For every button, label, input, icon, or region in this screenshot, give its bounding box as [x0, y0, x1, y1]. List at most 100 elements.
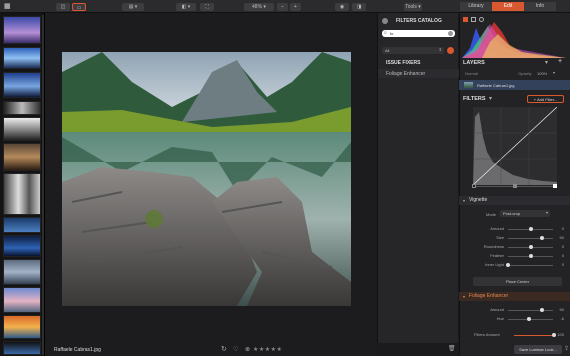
trash-icon[interactable]: 🗑: [448, 345, 456, 352]
catalog-search-input[interactable]: ⌕ fo: [382, 30, 455, 37]
share-icon[interactable]: ⇪: [564, 345, 569, 352]
tab-edit[interactable]: Edit: [492, 2, 524, 11]
blend-mode-select[interactable]: Normal: [465, 71, 478, 76]
filmstrip-thumbnail[interactable]: [3, 143, 41, 171]
reject-icon[interactable]: ⊗: [245, 346, 250, 353]
catalog-item-foliage-enhancer[interactable]: Foliage Enhancer: [378, 69, 459, 78]
rotate-icon[interactable]: ↻: [221, 345, 227, 353]
slider-knob[interactable]: [528, 254, 533, 258]
vignette-mode-label: Mode: [486, 212, 497, 217]
add-filter-label: + Add Filter...: [533, 97, 558, 102]
filmstrip-thumbnail[interactable]: [3, 173, 41, 215]
add-layer-icon[interactable]: +: [558, 58, 562, 65]
preview-eye-button[interactable]: ◉: [335, 3, 349, 11]
slider-knob[interactable]: [506, 263, 510, 267]
save-look-button[interactable]: Save Luminar Look...: [514, 345, 562, 354]
vignette-title: Vignette: [469, 197, 488, 203]
slider-label: Size: [496, 235, 504, 240]
filmstrip-thumbnail[interactable]: [3, 341, 41, 355]
chevron-down-icon: ⇕: [438, 47, 442, 52]
fit-button[interactable]: ⛶: [200, 3, 214, 11]
filmstrip: [0, 13, 45, 356]
search-value: fo: [390, 31, 394, 36]
star-rating[interactable]: ★★★★★: [253, 346, 282, 353]
histogram: [462, 22, 566, 58]
tab-info[interactable]: Info: [524, 2, 556, 11]
histogram-yellow: [482, 34, 566, 58]
favorites-icon[interactable]: [447, 47, 454, 54]
curves-graph[interactable]: [473, 107, 557, 185]
filmstrip-thumbnail[interactable]: [3, 235, 41, 257]
layers-menu-icon[interactable]: ▾: [545, 59, 548, 66]
black-point-handle[interactable]: [472, 184, 476, 188]
slider-label: Inner Light: [485, 262, 504, 267]
foliage-enhancer-section-header[interactable]: ▾ Foliage Enhancer: [459, 292, 570, 301]
vignette-mode-value: Post-crop: [503, 211, 521, 216]
slider-value: -6: [560, 316, 564, 321]
slider-knob[interactable]: [528, 245, 533, 249]
filmstrip-thumbnail[interactable]: [3, 101, 41, 115]
slider-row: Hue -6: [466, 316, 564, 322]
slider-value: 50: [559, 235, 564, 240]
catalog-settings-icon[interactable]: [382, 18, 388, 24]
search-icon: ⌕: [384, 30, 387, 36]
zoom-level[interactable]: 48% ▾: [244, 3, 274, 11]
tab-library[interactable]: Library: [460, 2, 492, 11]
opacity-label: Opacity: [518, 71, 532, 76]
filmstrip-thumbnail[interactable]: [3, 16, 41, 44]
single-view-button[interactable]: ▭: [72, 3, 86, 11]
zoom-in-button[interactable]: +: [290, 3, 301, 11]
filmstrip-thumbnail[interactable]: [3, 47, 41, 69]
midpoint-handle[interactable]: [513, 184, 517, 188]
filmstrip-thumbnail[interactable]: [3, 72, 41, 98]
filters-menu-icon[interactable]: ▾: [489, 95, 492, 102]
presets-button[interactable]: ▤ ▾: [122, 3, 144, 11]
filters-amount-track[interactable]: [514, 335, 554, 336]
slider-knob[interactable]: [539, 236, 544, 240]
slider-value: 0: [561, 253, 564, 258]
filmstrip-thumbnail[interactable]: [3, 217, 41, 233]
filters-amount-knob[interactable]: [552, 333, 556, 337]
category-select[interactable]: All ⇕: [382, 47, 444, 54]
place-center-button[interactable]: Place Center: [473, 277, 562, 286]
slider-track[interactable]: [508, 265, 553, 266]
mode-chevron-icon: ▾: [545, 210, 548, 215]
layer-row[interactable]: Raffaele Cabras1.jpg: [459, 80, 570, 90]
zoom-out-button[interactable]: –: [277, 3, 288, 11]
place-center-label: Place Center: [505, 279, 530, 284]
vignette-mode-select[interactable]: Post-crop ▾: [500, 210, 550, 217]
compare-split-button[interactable]: ◨: [352, 3, 366, 11]
slider-value: 0: [561, 226, 564, 231]
filmstrip-thumbnail[interactable]: [3, 315, 41, 339]
vignette-section-header[interactable]: ▾ Vignette: [459, 196, 570, 205]
slider-label: Feather: [490, 253, 504, 258]
filmstrip-thumbnail[interactable]: [3, 259, 41, 285]
clear-search-icon[interactable]: [448, 31, 453, 36]
slider-row: Inner Light 0: [466, 262, 564, 268]
slider-knob[interactable]: [528, 227, 533, 231]
tools-label: Tools: [405, 4, 417, 10]
collapse-chevron-icon: ▾: [463, 294, 466, 299]
slider-track[interactable]: [508, 238, 553, 239]
slider-value: 50: [559, 307, 564, 312]
opacity-value[interactable]: 100%: [537, 71, 547, 76]
photo-preview[interactable]: [62, 52, 351, 306]
filmstrip-thumbnail[interactable]: [3, 287, 41, 313]
tab-edit-label: Edit: [503, 3, 513, 9]
white-point-handle[interactable]: [553, 184, 557, 188]
add-filter-button[interactable]: + Add Filter...: [527, 95, 564, 103]
crop-button[interactable]: ◧ ▾: [176, 3, 196, 11]
filmstrip-thumbnail[interactable]: [3, 117, 41, 141]
zoom-value: 48%: [252, 4, 263, 10]
tools-dropdown[interactable]: Tools ▾: [404, 3, 422, 11]
heart-icon[interactable]: ♡: [233, 346, 238, 353]
slider-row: Amount 0: [466, 226, 564, 232]
opacity-chevron-icon[interactable]: ▾: [553, 70, 555, 75]
filename-label: Raffaele Cabras1.jpg: [54, 347, 101, 353]
slider-knob[interactable]: [539, 308, 544, 312]
slider-knob[interactable]: [527, 317, 532, 321]
filmstrip-scrollbar[interactable]: [42, 15, 44, 355]
compare-button[interactable]: ◫: [56, 3, 70, 11]
slider-label: Roundness: [483, 244, 504, 249]
slider-track[interactable]: [508, 310, 553, 311]
